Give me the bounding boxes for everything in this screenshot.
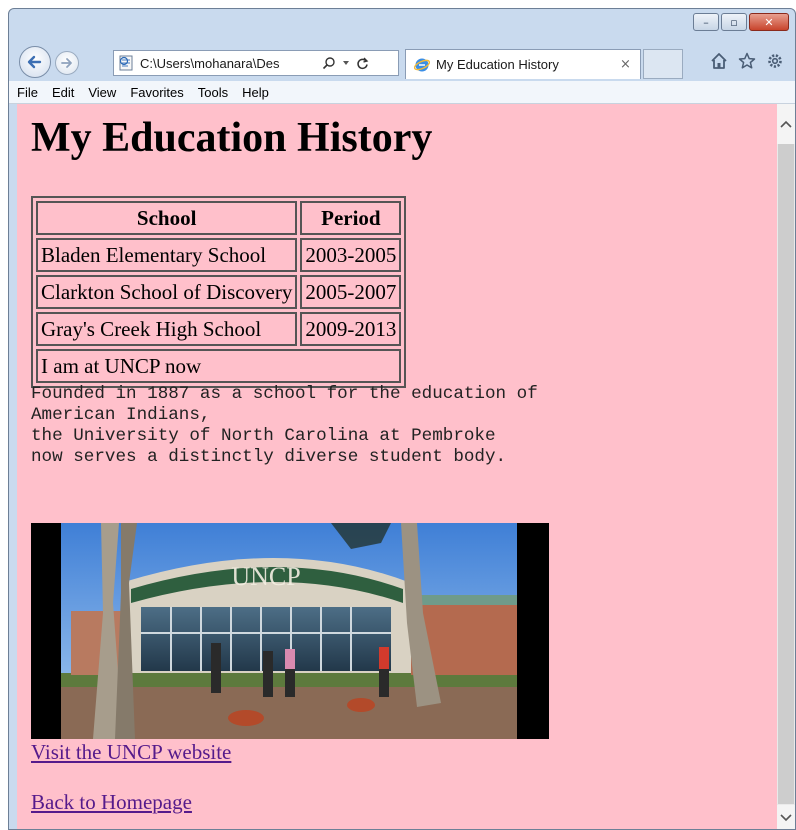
page-content: My Education History School Period Blade… xyxy=(17,104,777,829)
table-row: Clarkton School of Discovery 2005-2007 xyxy=(36,275,402,309)
close-button[interactable]: ✕ xyxy=(749,13,789,31)
current-school-cell: I am at UNCP now xyxy=(36,349,402,383)
gear-icon[interactable] xyxy=(765,51,785,71)
vertical-scrollbar[interactable] xyxy=(777,104,795,829)
menu-bar: File Edit View Favorites Tools Help xyxy=(9,81,795,104)
window-controls: – ▫ ✕ xyxy=(693,13,789,31)
table-row: Gray's Creek High School 2009-2013 xyxy=(36,312,402,346)
chevron-down-icon[interactable] xyxy=(342,59,350,67)
browser-window: – ▫ ✕ C:\Users\mohanara\Des My Education… xyxy=(8,8,796,830)
ie-logo-icon xyxy=(414,58,430,71)
building-sign-text: UNCP xyxy=(231,562,300,591)
navigation-bar: C:\Users\mohanara\Des My Education Histo… xyxy=(9,43,795,81)
table-header-row: School Period xyxy=(36,201,402,235)
toolbar-icons xyxy=(709,51,785,71)
maximize-icon: ▫ xyxy=(730,15,738,29)
menu-edit[interactable]: Edit xyxy=(52,85,74,100)
page-icon xyxy=(119,55,133,71)
column-header-period: Period xyxy=(300,201,402,235)
address-actions xyxy=(322,56,369,70)
uncp-description: Founded in 1887 as a school for the educ… xyxy=(31,384,538,468)
scroll-up-button[interactable] xyxy=(777,104,795,144)
search-icon[interactable] xyxy=(322,56,336,70)
minimize-button[interactable]: – xyxy=(693,13,719,31)
school-cell: Bladen Elementary School xyxy=(36,238,298,272)
description-line: the University of North Carolina at Pemb… xyxy=(31,426,496,446)
menu-view[interactable]: View xyxy=(88,85,116,100)
maximize-button[interactable]: ▫ xyxy=(721,13,747,31)
tab-close-icon[interactable]: × xyxy=(620,57,631,72)
table-footer-row: I am at UNCP now xyxy=(36,349,402,383)
back-button[interactable] xyxy=(19,46,51,78)
education-table: School Period Bladen Elementary School 2… xyxy=(31,196,407,388)
period-cell: 2005-2007 xyxy=(300,275,402,309)
forward-button[interactable] xyxy=(55,51,79,75)
home-icon[interactable] xyxy=(709,51,729,71)
menu-help[interactable]: Help xyxy=(242,85,269,100)
menu-tools[interactable]: Tools xyxy=(198,85,228,100)
address-bar[interactable]: C:\Users\mohanara\Des xyxy=(113,50,399,76)
new-tab-button[interactable] xyxy=(643,49,683,79)
menu-favorites[interactable]: Favorites xyxy=(130,85,183,100)
period-cell: 2009-2013 xyxy=(300,312,402,346)
star-icon[interactable] xyxy=(737,51,757,71)
description-line: now serves a distinctly diverse student … xyxy=(31,447,507,467)
campus-photo: UNCP xyxy=(31,523,549,739)
table-row: Bladen Elementary School 2003-2005 xyxy=(36,238,402,272)
description-line: Founded in 1887 as a school for the educ… xyxy=(31,384,538,404)
homepage-link[interactable]: Back to Homepage xyxy=(31,790,192,815)
address-text: C:\Users\mohanara\Des xyxy=(140,55,280,71)
chevron-down-icon xyxy=(780,814,792,822)
back-arrow-icon xyxy=(27,55,42,69)
tab-title: My Education History xyxy=(436,57,559,72)
page-title: My Education History xyxy=(31,115,433,161)
tab-my-education-history[interactable]: My Education History × xyxy=(405,49,641,79)
close-icon: ✕ xyxy=(764,15,774,29)
school-cell: Clarkton School of Discovery xyxy=(36,275,298,309)
column-header-school: School xyxy=(36,201,298,235)
description-line: American Indians, xyxy=(31,405,211,425)
minimize-icon: – xyxy=(703,15,709,29)
forward-arrow-icon xyxy=(61,58,72,68)
school-cell: Gray's Creek High School xyxy=(36,312,298,346)
uncp-website-link[interactable]: Visit the UNCP website xyxy=(31,740,231,765)
period-cell: 2003-2005 xyxy=(300,238,402,272)
chevron-up-icon xyxy=(780,120,792,128)
scroll-down-button[interactable] xyxy=(777,805,795,829)
refresh-icon[interactable] xyxy=(356,57,369,70)
menu-file[interactable]: File xyxy=(17,85,38,100)
scroll-thumb[interactable] xyxy=(778,144,794,804)
